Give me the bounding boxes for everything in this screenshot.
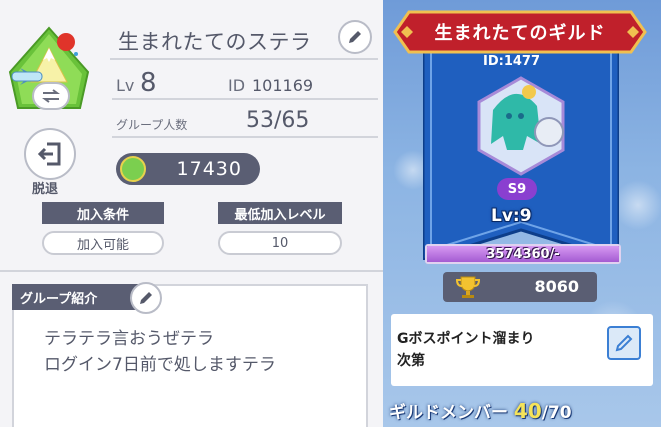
intro-line-1: テラテラ言おうぜテラ [44,329,214,349]
exp-text: 3574360/- [486,246,560,262]
group-name-row: 生まれたてのステラ [110,20,378,60]
guild-title-wrapper: 生まれたてのギルド [393,10,647,54]
pencil-icon [140,292,152,304]
guild-info-panel: S9 生まれたてのギルド ID:1477 Lv:9 3574360/- 8060… [383,0,661,427]
pencil-icon [615,334,633,352]
motto-line-1: Gボスポイント溜まり [397,331,535,347]
edit-motto-button[interactable] [607,326,641,360]
guild-points-value: 8060 [534,277,579,296]
id-label: ID [228,76,246,95]
level-label: Lv [116,76,135,95]
guild-id: ID:1477 [483,54,541,69]
intro-label: グループ紹介 [12,284,138,310]
member-count: 40 [513,399,542,423]
guild-exp-bar: 3574360/- [425,244,621,264]
guild-banner [423,40,619,260]
star-level-text: S9 [507,181,527,197]
group-info-panel: 生まれたてのステラ Lv 8 ID 101169 グループ人数 53/65 脱退… [0,0,383,427]
group-points: 17430 [116,153,260,185]
members-label: グループ人数 [116,118,188,132]
members-value: 53/65 [246,108,310,133]
guild-points: 8060 [443,272,597,302]
sparkle [613,180,661,230]
join-condition-value: 加入可能 [42,231,164,255]
group-members-row: グループ人数 53/65 [112,104,378,138]
swap-arrows-icon [42,89,60,103]
id-value: 101169 [252,76,314,95]
min-level-value: 10 [218,231,342,255]
guild-member-count: ギルドメンバー 40/70 [389,398,572,423]
edit-intro-button[interactable] [130,282,162,314]
trophy-icon [455,276,481,298]
intro-line-2: ログイン7日前で処しますテラ [44,355,276,375]
group-level-row: Lv 8 ID 101169 [112,66,378,100]
edit-group-name-button[interactable] [338,20,372,54]
guild-level: Lv:9 [491,206,532,226]
group-name: 生まれたてのステラ [118,30,312,54]
leave-group-button[interactable] [24,128,76,180]
points-value: 17430 [176,158,242,180]
leave-label: 脱退 [32,182,59,197]
pencil-icon [349,31,361,43]
member-total: /70 [541,403,572,423]
level-value: 8 [140,68,157,98]
guild-name: 生まれたてのギルド [434,23,606,44]
divider [0,270,383,272]
star-level-badge: S9 [497,178,537,200]
join-condition-label: 加入条件 [42,202,164,224]
swap-emblem-button[interactable] [32,82,70,110]
motto-line-2: 次第 [397,353,425,369]
exit-door-icon [37,142,61,166]
min-level-label: 最低加入レベル [218,202,342,224]
medal-icon [120,156,146,182]
guild-motto-box: Gボスポイント溜まり 次第 [391,314,653,386]
member-label: ギルドメンバー [389,403,508,423]
